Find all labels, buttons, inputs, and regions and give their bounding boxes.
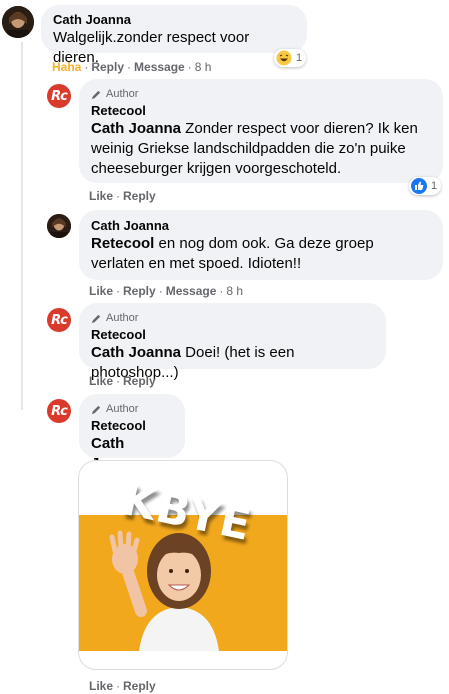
comment-author[interactable]: Cath Joanna [53,12,295,28]
comment-author[interactable]: Cath Joanna [91,218,431,234]
profile-photo-icon [2,6,34,38]
like-thumb-icon [411,178,427,194]
profile-photo-icon [47,214,71,238]
timestamp[interactable]: 8 h [226,284,243,298]
retecool-avatar[interactable]: Rc [47,399,71,423]
brand-logo-text: Rc [51,88,68,104]
brand-logo-text: Rc [51,312,68,328]
message-button[interactable]: Message [166,284,217,298]
retecool-avatar[interactable]: Rc [47,308,71,332]
reply-button[interactable]: Reply [91,60,124,74]
mention-link[interactable]: Retecool [91,235,154,252]
comment-actions: Haha · Reply · Message · 8 h [52,60,212,74]
comment-bubble: Author Retecool Cath Joanna Doei! (het i… [79,303,386,381]
comment-actions: Like · Reply [89,189,156,203]
avatar[interactable] [2,6,34,38]
comment-bubble: Cath Joanna Walgelijk.zonder respect voo… [41,5,307,66]
pencil-icon [91,405,101,414]
reply-button[interactable]: Reply [123,189,156,203]
comment-author[interactable]: Retecool [91,103,431,119]
comment-actions: Like · Reply [89,679,156,693]
author-badge: Author [91,402,173,416]
like-button[interactable]: Like [89,284,113,298]
comment-bubble: Cath Joanna Retecool en nog dom ook. Ga … [79,210,443,280]
comment-text: Cath Joanna Zonder respect voor dieren? … [91,120,418,177]
comment-actions: Like · Reply [89,374,156,388]
author-badge: Author [91,87,431,101]
pencil-icon [91,314,101,323]
comment-author[interactable]: Retecool [91,327,374,343]
comment-actions: Like · Reply · Message · 8 h [89,284,244,298]
like-button[interactable]: Like [89,679,113,693]
comment-bubble: Author Retecool Cath Joanna [79,394,185,472]
reaction-badge[interactable]: 1 [274,49,307,67]
reply-button[interactable]: Reply [123,374,156,388]
mention-link[interactable]: Cath Joanna [91,120,181,137]
haha-reaction-button[interactable]: Haha [52,60,81,74]
avatar[interactable] [47,214,71,238]
author-badge: Author [91,311,374,325]
attached-image[interactable]: KBYE [78,460,288,670]
message-button[interactable]: Message [134,60,185,74]
retecool-avatar[interactable]: Rc [47,84,71,108]
thread-line [21,42,23,410]
comment-text: Retecool en nog dom ook. Ga deze groep v… [91,235,374,272]
like-button[interactable]: Like [89,189,113,203]
haha-emoji-icon [276,50,292,66]
comment-author[interactable]: Retecool [91,418,173,434]
like-button[interactable]: Like [89,374,113,388]
pencil-icon [91,90,101,99]
reaction-count: 1 [296,52,303,64]
mention-link[interactable]: Cath Joanna [91,344,181,361]
brand-logo-text: Rc [51,403,68,419]
waving-girl-illustration [109,530,219,651]
reply-button[interactable]: Reply [123,679,156,693]
reaction-badge[interactable]: 1 [409,177,442,195]
comment-bubble: Author Retecool Cath Joanna Zonder respe… [79,79,443,183]
reaction-count: 1 [431,180,438,192]
reply-button[interactable]: Reply [123,284,156,298]
timestamp[interactable]: 8 h [195,60,212,74]
